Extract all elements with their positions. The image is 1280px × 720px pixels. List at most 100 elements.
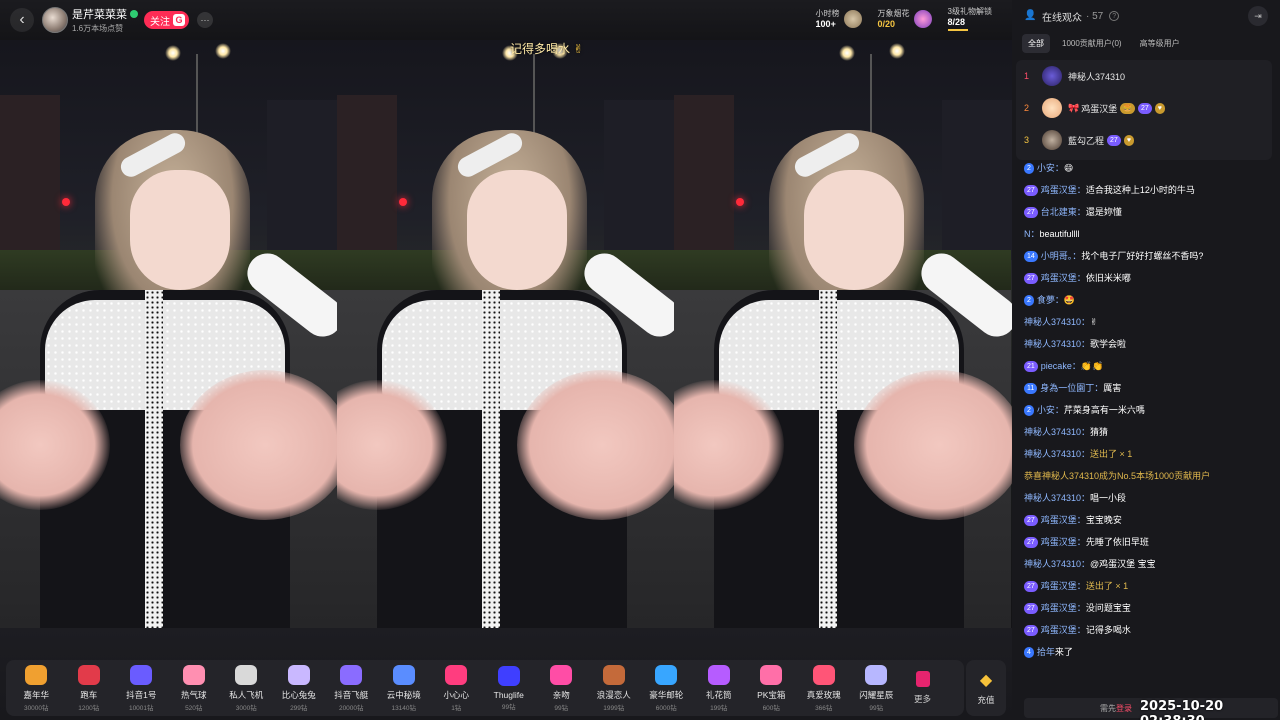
- login-link[interactable]: 登录: [1116, 703, 1132, 714]
- avatar: [1042, 66, 1062, 86]
- rank-row[interactable]: 3 藍勾乙程 27 ♥: [1016, 124, 1272, 156]
- gift-unlock-stat[interactable]: 3级礼物解锁 8/28: [947, 6, 992, 31]
- gift-name: 真爱玫瑰: [806, 689, 841, 700]
- chat-text: 👏👏: [1080, 361, 1104, 371]
- chat-username[interactable]: 鸡蛋汉堡：: [1041, 537, 1086, 547]
- neck-tie: [145, 290, 163, 628]
- chat-username[interactable]: 鸡蛋汉堡：: [1041, 273, 1086, 283]
- level-badge: 2: [1024, 163, 1034, 175]
- gift-item[interactable]: 亲吻 99钻: [535, 660, 588, 716]
- chat-message: 恭喜神秘人374310成为No.5本场1000贡献用户: [1024, 470, 1272, 483]
- building: [0, 95, 60, 265]
- chat-username[interactable]: 小安：: [1037, 163, 1064, 173]
- gift-icon: [130, 664, 153, 685]
- chat-username[interactable]: 身為一位園丁：: [1040, 383, 1103, 393]
- level-badge: 27: [1024, 625, 1038, 637]
- chat-username[interactable]: 鸡蛋汉堡：: [1041, 625, 1086, 635]
- tab-all[interactable]: 全部: [1022, 33, 1050, 53]
- chat-username[interactable]: 神秘人374310：: [1024, 427, 1090, 437]
- streamer-info[interactable]: 是芹菜菜菜 1.6万本场点赞: [72, 6, 138, 34]
- chat-message: 27 鸡蛋汉堡：宝宝晚安: [1024, 514, 1272, 527]
- help-icon[interactable]: ?: [1109, 11, 1120, 21]
- gift-item[interactable]: 嘉年华 30000钻: [10, 660, 63, 716]
- hand: [180, 370, 337, 520]
- traffic-light: [736, 198, 744, 206]
- tab-contributors[interactable]: 1000贡献用户(0): [1056, 34, 1128, 53]
- tab-high-level[interactable]: 高等级用户: [1134, 34, 1186, 53]
- gift-item[interactable]: Thuglife 99钻: [483, 660, 536, 716]
- streamer-name: 是芹菜菜菜: [72, 9, 127, 21]
- gift-icon: [287, 664, 310, 685]
- building: [267, 100, 337, 260]
- chat-username[interactable]: 鸡蛋汉堡：: [1041, 185, 1086, 195]
- chat-text: 還是妳懂: [1085, 207, 1122, 217]
- gift-item[interactable]: 礼花筒 199钻: [693, 660, 746, 716]
- unlock-progress-bar: [947, 29, 968, 31]
- sidebar-title: 在线观众: [1042, 12, 1082, 24]
- gift-item[interactable]: PK宝箱 600钻: [745, 660, 798, 716]
- rank-row[interactable]: 2 🎀 鸡蛋汉堡 🍔 27 ♥: [1016, 92, 1272, 124]
- gift-item[interactable]: 抖音1号 10001钻: [115, 660, 168, 716]
- chat-username[interactable]: 神秘人374310：: [1024, 339, 1090, 349]
- hourly-rank-stat[interactable]: 小时榜 100+: [816, 8, 862, 29]
- gift-item[interactable]: 比心兔兔 299钻: [273, 660, 326, 716]
- building: [942, 100, 1012, 260]
- chat-username[interactable]: 台北建東：: [1041, 207, 1086, 217]
- more-gifts-icon: [915, 671, 930, 687]
- video-panel-right: [674, 40, 1012, 628]
- diamond-icon: ◆: [979, 672, 993, 689]
- back-arrow-icon[interactable]: ‹: [10, 8, 34, 32]
- gift-item[interactable]: 私人飞机 3000钻: [220, 660, 273, 716]
- chat-username[interactable]: N：: [1024, 229, 1040, 239]
- fireworks-stat[interactable]: 万象烟花 0/20: [878, 8, 932, 29]
- gift-price: 10001钻: [128, 704, 154, 712]
- viewer-count: · 57: [1086, 10, 1104, 22]
- chat-username[interactable]: 神秘人374310：: [1024, 449, 1090, 459]
- streamer-avatar[interactable]: [42, 7, 68, 33]
- more-options-button[interactable]: ···: [197, 12, 213, 28]
- chat-message: 27 鸡蛋汉堡：没问题宝宝: [1024, 602, 1272, 615]
- chat-username[interactable]: 神秘人374310：: [1024, 317, 1090, 327]
- gift-item[interactable]: 真爱玫瑰 366钻: [798, 660, 851, 716]
- gift-name: 闪耀星辰: [859, 689, 894, 700]
- chat-username[interactable]: 食夢：: [1037, 295, 1064, 305]
- gift-name: 亲吻: [552, 689, 570, 700]
- gift-name: 热气球: [180, 689, 207, 700]
- chat-username[interactable]: 神秘人374310：: [1024, 559, 1090, 569]
- chat-username[interactable]: 小安：: [1037, 405, 1064, 415]
- chat-username[interactable]: 神秘人374310：: [1024, 493, 1090, 503]
- chat-text: beautifullll: [1039, 229, 1080, 239]
- video-player[interactable]: 记得多喝水 ✌: [0, 40, 1012, 628]
- gift-bar: 嘉年华 30000钻 跑车 1200钻 抖音1号 10001钻 热气球 520钻 私人飞机 300…: [0, 628, 1012, 720]
- chat-text: 芹菜身高有一米六嗎: [1063, 405, 1145, 415]
- chat-message: 神秘人374310：猜猜: [1024, 426, 1272, 439]
- chat-username[interactable]: piecake：: [1041, 361, 1081, 371]
- gift-item[interactable]: 浪漫恋人 1999钻: [588, 660, 641, 716]
- chat-username[interactable]: 鸡蛋汉堡：: [1041, 581, 1086, 591]
- gift-icon: [655, 664, 678, 685]
- gift-item[interactable]: 小心心 1钻: [430, 660, 483, 716]
- caption-text: 记得多喝水: [510, 42, 571, 56]
- recharge-button[interactable]: ◆ 充值: [966, 660, 1006, 716]
- gift-price: 199钻: [710, 704, 728, 712]
- chat-message: N：beautifullll: [1024, 228, 1272, 241]
- gift-item[interactable]: 跑车 1200钻: [63, 660, 116, 716]
- chat-feed[interactable]: 2 小安：😄 27 鸡蛋汉堡：适合我这种上12小时的牛马 27 台北建東：還是妳懂 N：be…: [1024, 162, 1272, 692]
- gift-item[interactable]: 热气球 520钻: [168, 660, 221, 716]
- chat-username[interactable]: 拾年: [1037, 647, 1055, 657]
- gift-item[interactable]: 抖音飞艇 20000钻: [325, 660, 378, 716]
- rank-row[interactable]: 1 神秘人374310: [1016, 60, 1272, 92]
- more-gifts-button[interactable]: 更多: [903, 671, 943, 705]
- gift-name: 比心兔兔: [281, 689, 316, 700]
- chat-username[interactable]: 鸡蛋汉堡：: [1041, 603, 1086, 613]
- avatar: [1042, 130, 1062, 150]
- follow-button[interactable]: 关注 G: [144, 11, 189, 29]
- gift-item[interactable]: 豪华邮轮 6000钻: [640, 660, 693, 716]
- chat-username[interactable]: 鸡蛋汉堡：: [1041, 515, 1086, 525]
- chat-username[interactable]: 小明哥。：: [1041, 251, 1082, 261]
- gift-item[interactable]: 闪耀星辰 99钻: [850, 660, 903, 716]
- level-badge: 27: [1137, 102, 1152, 114]
- gift-item[interactable]: 云中秘境 13140钻: [378, 660, 431, 716]
- streamer-likes: 1.6万本场点赞: [72, 24, 124, 33]
- collapse-sidebar-icon[interactable]: ⇥: [1248, 6, 1268, 26]
